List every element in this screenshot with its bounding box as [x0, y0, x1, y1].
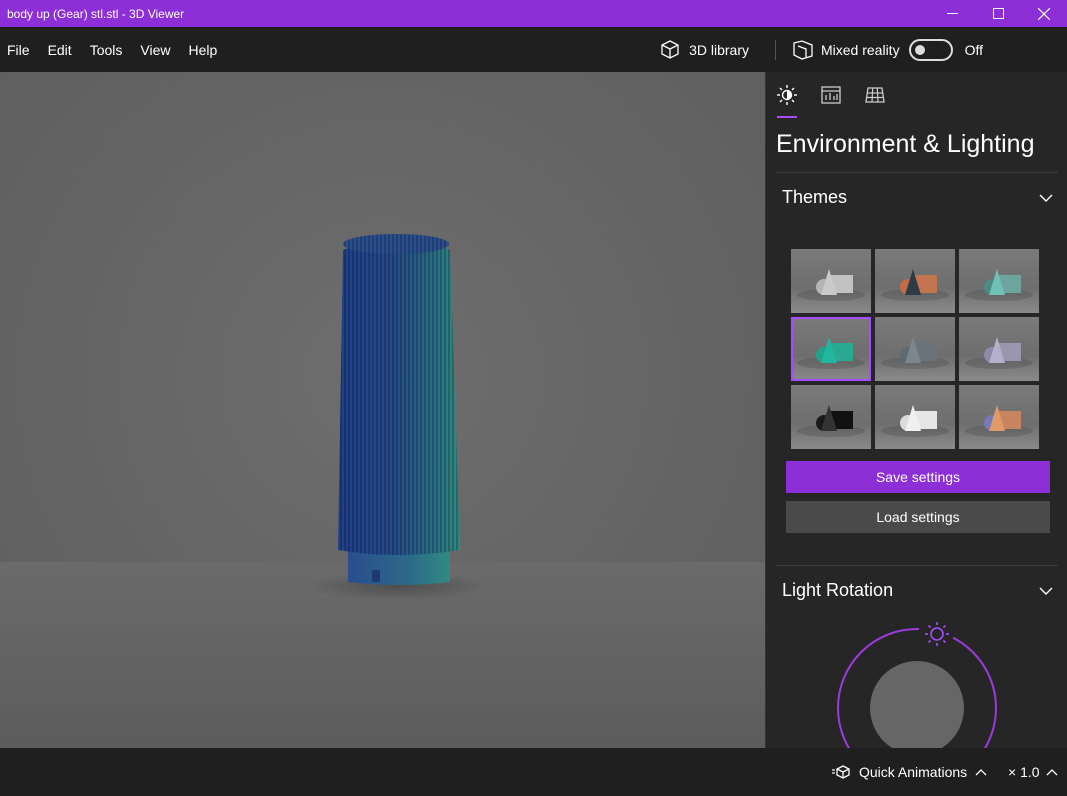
- theme-thumbnail[interactable]: [791, 249, 871, 313]
- settings-panel: Environment & Lighting Themes Save setti…: [765, 72, 1067, 748]
- theme-thumbnail[interactable]: [875, 249, 955, 313]
- toolbar-separator: [774, 39, 776, 60]
- maximize-button[interactable]: [975, 0, 1021, 27]
- stats-icon: [821, 86, 841, 104]
- menu-edit[interactable]: Edit: [39, 27, 81, 72]
- theme-preview: [965, 405, 1033, 437]
- cube-library-icon: [661, 39, 679, 59]
- title-bar: body up (Gear) stl.stl - 3D Viewer: [0, 0, 1067, 27]
- light-rotation-heading[interactable]: Light Rotation: [782, 580, 893, 601]
- theme-thumbnail[interactable]: [791, 317, 871, 381]
- lighting-icon: [777, 85, 797, 105]
- tab-stats[interactable]: [820, 84, 842, 106]
- theme-preview: [965, 269, 1033, 301]
- animation-icon: [832, 765, 850, 779]
- grid-icon: [865, 87, 885, 103]
- theme-thumbnail[interactable]: [875, 385, 955, 449]
- menu-view[interactable]: View: [131, 27, 179, 72]
- theme-thumbnail[interactable]: [959, 385, 1039, 449]
- mixed-reality-control: Mixed reality Off: [792, 27, 1067, 72]
- menu-tools[interactable]: Tools: [81, 27, 132, 72]
- theme-preview: [965, 337, 1033, 369]
- close-button[interactable]: [1021, 0, 1067, 27]
- menu-help[interactable]: Help: [179, 27, 226, 72]
- top-actions: 3D library Mixed reality Off: [659, 27, 1067, 72]
- maximize-icon: [992, 8, 1004, 19]
- theme-preview: [797, 337, 865, 369]
- themes-heading[interactable]: Themes: [782, 187, 847, 208]
- gear-model: [308, 234, 488, 600]
- tab-lighting[interactable]: [776, 84, 798, 106]
- chevron-down-icon[interactable]: [1039, 584, 1053, 598]
- menu-file[interactable]: File: [0, 27, 39, 72]
- divider: [776, 565, 1058, 566]
- active-tab-indicator: [777, 116, 797, 118]
- tab-grid[interactable]: [864, 84, 886, 106]
- theme-preview: [797, 405, 865, 437]
- theme-thumbnail[interactable]: [959, 317, 1039, 381]
- menu-bar: File Edit Tools View Help 3D library Mix…: [0, 27, 1067, 72]
- speed-label: × 1.0: [1008, 764, 1040, 780]
- load-settings-button[interactable]: Load settings: [786, 501, 1050, 533]
- light-rotation-dial[interactable]: [766, 612, 1067, 748]
- minimize-button[interactable]: [929, 0, 975, 27]
- mixed-reality-label: Mixed reality: [820, 41, 900, 58]
- quick-animations-label: Quick Animations: [859, 764, 968, 780]
- mixed-reality-state: Off: [964, 41, 983, 58]
- panel-title: Environment & Lighting: [776, 130, 1035, 158]
- theme-preview: [797, 269, 865, 301]
- speed-button[interactable]: × 1.0: [1008, 748, 1058, 796]
- mixed-reality-toggle[interactable]: [908, 38, 953, 61]
- 3d-viewport[interactable]: [0, 72, 765, 748]
- chevron-down-icon[interactable]: [1039, 191, 1053, 205]
- divider: [776, 172, 1058, 173]
- quick-animations-button[interactable]: Quick Animations: [832, 748, 987, 796]
- library-label: 3D library: [689, 41, 749, 58]
- library-button[interactable]: 3D library: [659, 27, 749, 72]
- theme-thumbnail[interactable]: [875, 317, 955, 381]
- theme-thumbnail[interactable]: [791, 385, 871, 449]
- theme-preview: [881, 269, 949, 301]
- status-bar: Quick Animations × 1.0: [0, 748, 1067, 796]
- theme-preview: [881, 337, 949, 369]
- panel-tabs: [766, 72, 1067, 118]
- close-icon: [1038, 7, 1050, 20]
- minimize-icon: [946, 13, 958, 14]
- chevron-up-icon: [975, 769, 987, 776]
- chevron-up-icon: [1046, 769, 1057, 776]
- window-title: body up (Gear) stl.stl - 3D Viewer: [7, 6, 185, 21]
- mixed-reality-icon: [793, 39, 813, 60]
- save-settings-button[interactable]: Save settings: [786, 461, 1050, 493]
- theme-preview: [881, 405, 949, 437]
- toggle-knob: [914, 44, 925, 55]
- theme-thumbnail[interactable]: [959, 249, 1039, 313]
